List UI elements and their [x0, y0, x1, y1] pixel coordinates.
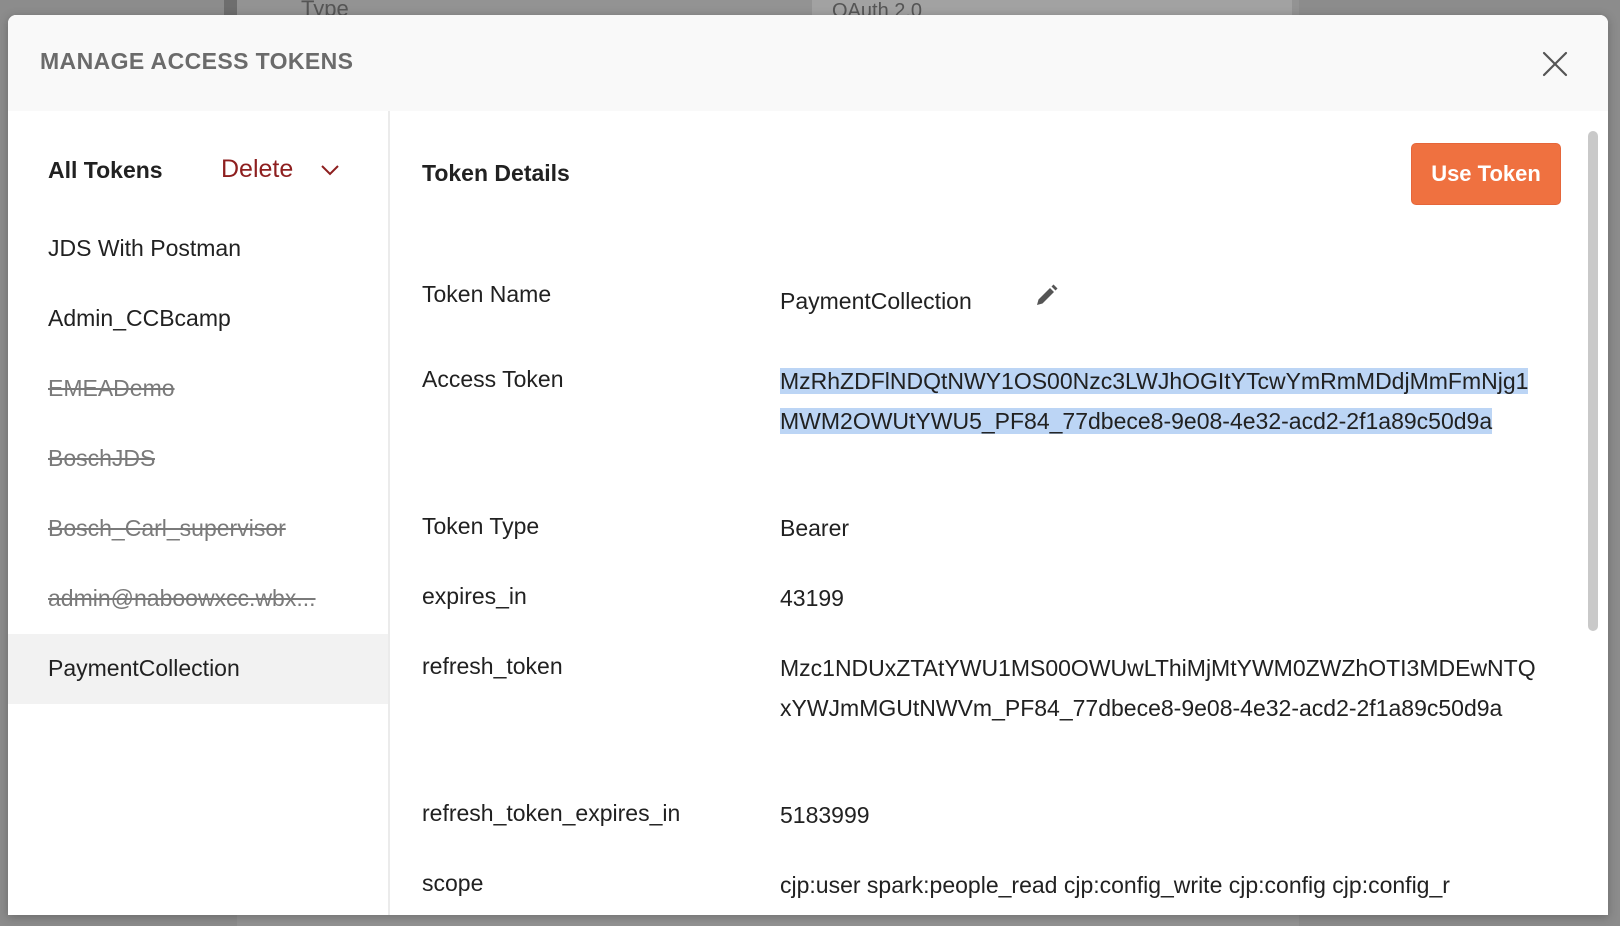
- token-type-value: Bearer: [780, 515, 850, 541]
- refresh-token-expires-in-label: refresh_token_expires_in: [422, 800, 681, 826]
- token-item-label: admin@naboowxcc.wbx...: [48, 585, 316, 611]
- expires-in-value: 43199: [780, 585, 844, 611]
- all-tokens-heading: All Tokens: [48, 157, 163, 183]
- scope-label: scope: [422, 870, 484, 896]
- token-name-label: Token Name: [422, 281, 552, 307]
- token-item-paymentcollection[interactable]: PaymentCollection: [8, 634, 388, 704]
- token-details-panel: Token Details Use Token Token Name Payme…: [390, 111, 1608, 915]
- refresh-token-expires-in-value: 5183999: [780, 802, 870, 828]
- access-token-value[interactable]: MzRhZDFlNDQtNWY1OS00Nzc3LWJhOGItYTcwYmRm…: [780, 361, 1540, 441]
- expires-in-label: expires_in: [422, 583, 527, 609]
- token-item-bosch-carl-supervisor[interactable]: Bosch_Carl_supervisor: [8, 494, 388, 564]
- access-token-label: Access Token: [422, 366, 564, 392]
- use-token-button[interactable]: Use Token: [1411, 143, 1561, 205]
- token-details-title: Token Details: [422, 160, 570, 186]
- modal-header: MANAGE ACCESS TOKENS: [8, 15, 1608, 111]
- manage-tokens-modal: MANAGE ACCESS TOKENS All Tokens Delete J…: [8, 15, 1608, 915]
- token-item-label: BoschJDS: [48, 445, 156, 471]
- scope-value: cjp:user spark:people_read cjp:config_wr…: [780, 872, 1450, 898]
- refresh-token-value[interactable]: Mzc1NDUxZTAtYWU1MS00OWUwLThiMjMtYWM0ZWZh…: [780, 648, 1540, 728]
- close-icon[interactable]: [1540, 49, 1570, 79]
- details-scrollbar[interactable]: [1588, 131, 1598, 631]
- token-item-emeademo[interactable]: EMEADemo: [8, 354, 388, 424]
- token-item-label: JDS With Postman: [48, 235, 241, 261]
- refresh-token-label: refresh_token: [422, 653, 563, 679]
- pencil-icon[interactable]: [1033, 283, 1059, 309]
- access-token-selected-text[interactable]: MzRhZDFlNDQtNWY1OS00Nzc3LWJhOGItYTcwYmRm…: [780, 368, 1529, 434]
- token-type-label: Token Type: [422, 513, 540, 539]
- sidebar-header: All Tokens Delete: [8, 111, 388, 231]
- token-item-admin-ccbcamp[interactable]: Admin_CCBcamp: [8, 284, 388, 354]
- token-item-jds-with-postman[interactable]: JDS With Postman: [8, 214, 388, 284]
- modal-title: MANAGE ACCESS TOKENS: [40, 48, 354, 74]
- token-name-value: PaymentCollection: [780, 288, 972, 314]
- token-item-boschjds[interactable]: BoschJDS: [8, 424, 388, 494]
- token-item-label: PaymentCollection: [48, 655, 240, 681]
- chevron-down-icon[interactable]: [320, 163, 340, 177]
- delete-button[interactable]: Delete: [221, 155, 293, 184]
- token-item-label: EMEADemo: [48, 375, 175, 401]
- token-sidebar: All Tokens Delete JDS With Postman Admin…: [8, 111, 390, 915]
- token-item-admin-naboowxcc[interactable]: admin@naboowxcc.wbx...: [8, 564, 388, 634]
- token-item-label: Bosch_Carl_supervisor: [48, 515, 286, 541]
- token-item-label: Admin_CCBcamp: [48, 305, 231, 331]
